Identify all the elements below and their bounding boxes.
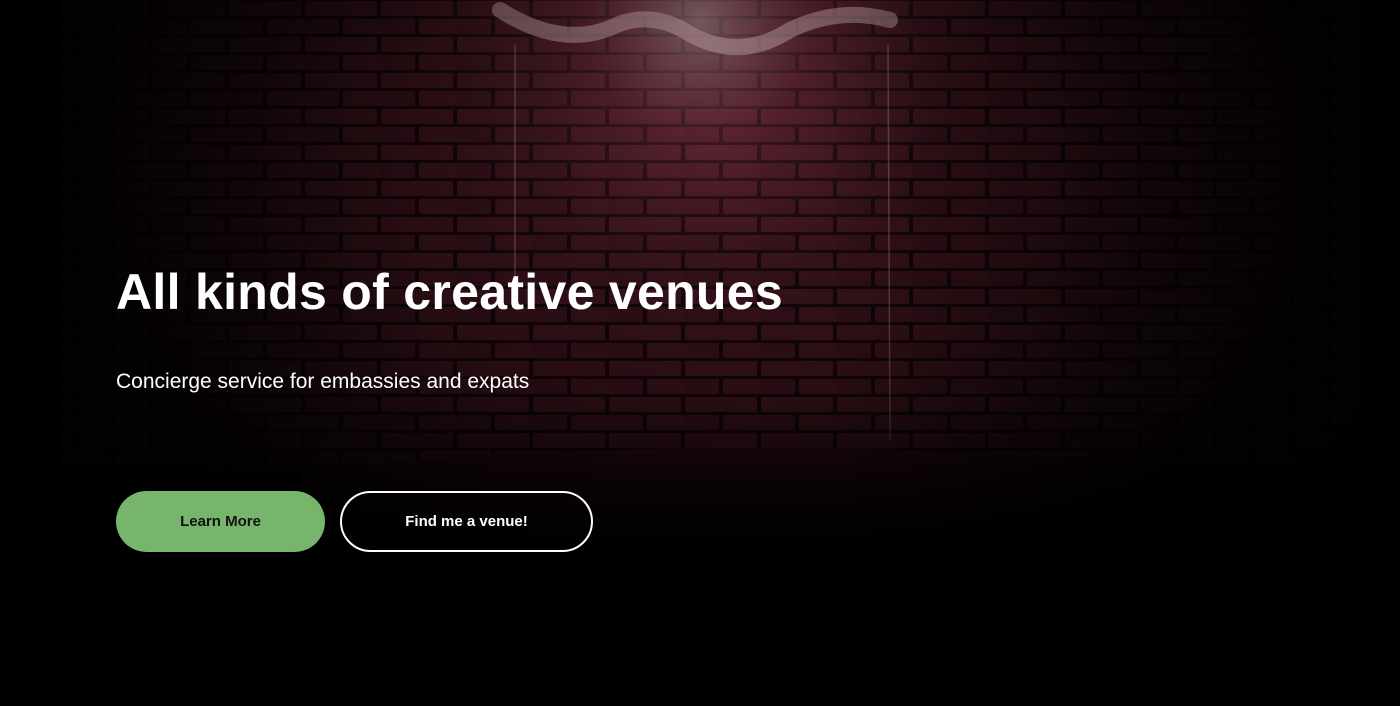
hero-actions: Learn More Find me a venue! [116,491,593,552]
hero-section: All kinds of creative venues Concierge s… [0,0,1400,706]
learn-more-button[interactable]: Learn More [116,491,325,552]
hero-content: All kinds of creative venues Concierge s… [116,262,1016,396]
hero-headline: All kinds of creative venues [116,264,783,320]
find-venue-button[interactable]: Find me a venue! [340,491,593,552]
hero-subtitle: Concierge service for embassies and expa… [116,370,530,393]
